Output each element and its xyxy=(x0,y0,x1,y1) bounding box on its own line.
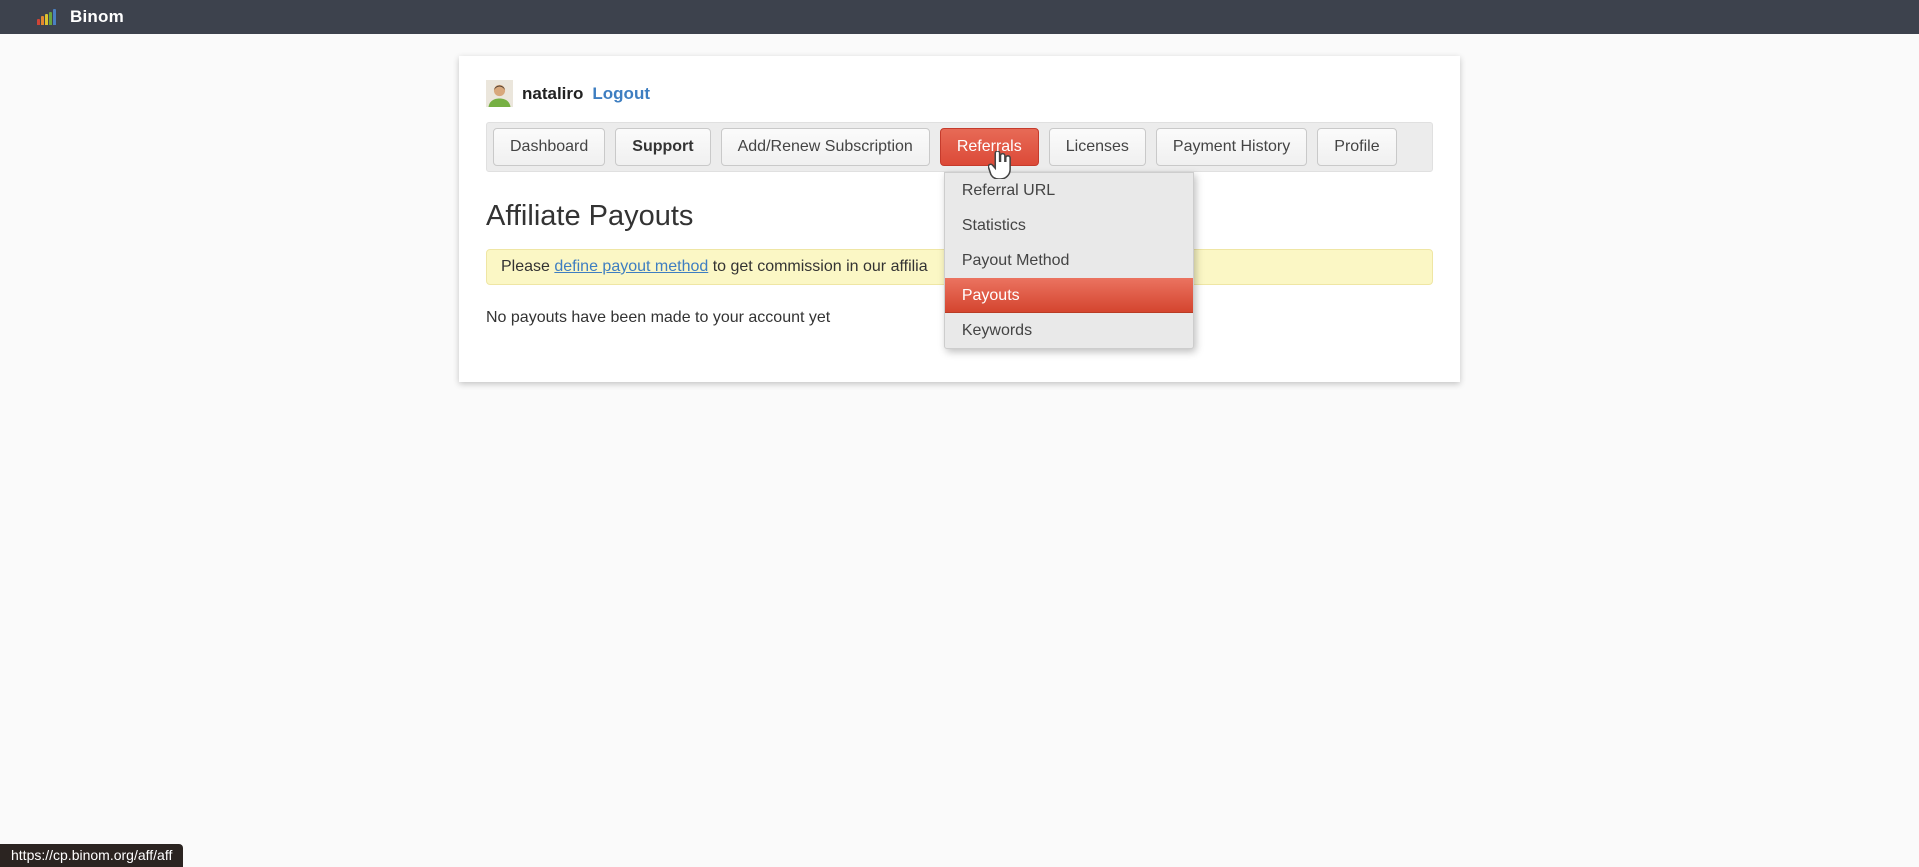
nav-tab-add-renew-subscription[interactable]: Add/Renew Subscription xyxy=(721,128,930,166)
notice-text-prefix: Please xyxy=(501,258,554,275)
referrals-dropdown-menu: Referral URLStatisticsPayout MethodPayou… xyxy=(944,172,1194,349)
user-row: nataliro Logout xyxy=(486,80,1433,107)
define-payout-method-link[interactable]: define payout method xyxy=(554,258,708,275)
dropdown-item-referral-url[interactable]: Referral URL xyxy=(945,173,1193,208)
nav-tabs: Dashboard Support Add/Renew Subscription Re… xyxy=(486,122,1433,172)
brand-title: Binom xyxy=(70,7,124,27)
nav-tab-payment-history[interactable]: Payment History xyxy=(1156,128,1307,166)
nav-tab-referrals[interactable]: Referrals xyxy=(940,128,1039,166)
top-bar: Binom xyxy=(0,0,1919,34)
link-preview-statusbar: https://cp.binom.org/aff/aff xyxy=(0,844,183,867)
nav-tab-dashboard[interactable]: Dashboard xyxy=(493,128,605,166)
dropdown-item-payout-method[interactable]: Payout Method xyxy=(945,243,1193,278)
nav-tab-support[interactable]: Support xyxy=(615,128,710,166)
main-card: nataliro Logout Dashboard Support Add/Rene… xyxy=(459,56,1460,382)
dropdown-item-payouts[interactable]: Payouts xyxy=(945,278,1193,313)
notice-text-suffix: to get commission in our affilia xyxy=(708,258,927,275)
dropdown-item-keywords[interactable]: Keywords xyxy=(945,313,1193,348)
bar-chart-icon xyxy=(37,9,56,25)
nav-tab-licenses[interactable]: Licenses xyxy=(1049,128,1146,166)
nav-tab-profile[interactable]: Profile xyxy=(1317,128,1396,166)
username: nataliro xyxy=(522,84,583,104)
user-avatar-icon xyxy=(486,80,513,107)
dropdown-item-statistics[interactable]: Statistics xyxy=(945,208,1193,243)
logout-link[interactable]: Logout xyxy=(592,84,650,104)
